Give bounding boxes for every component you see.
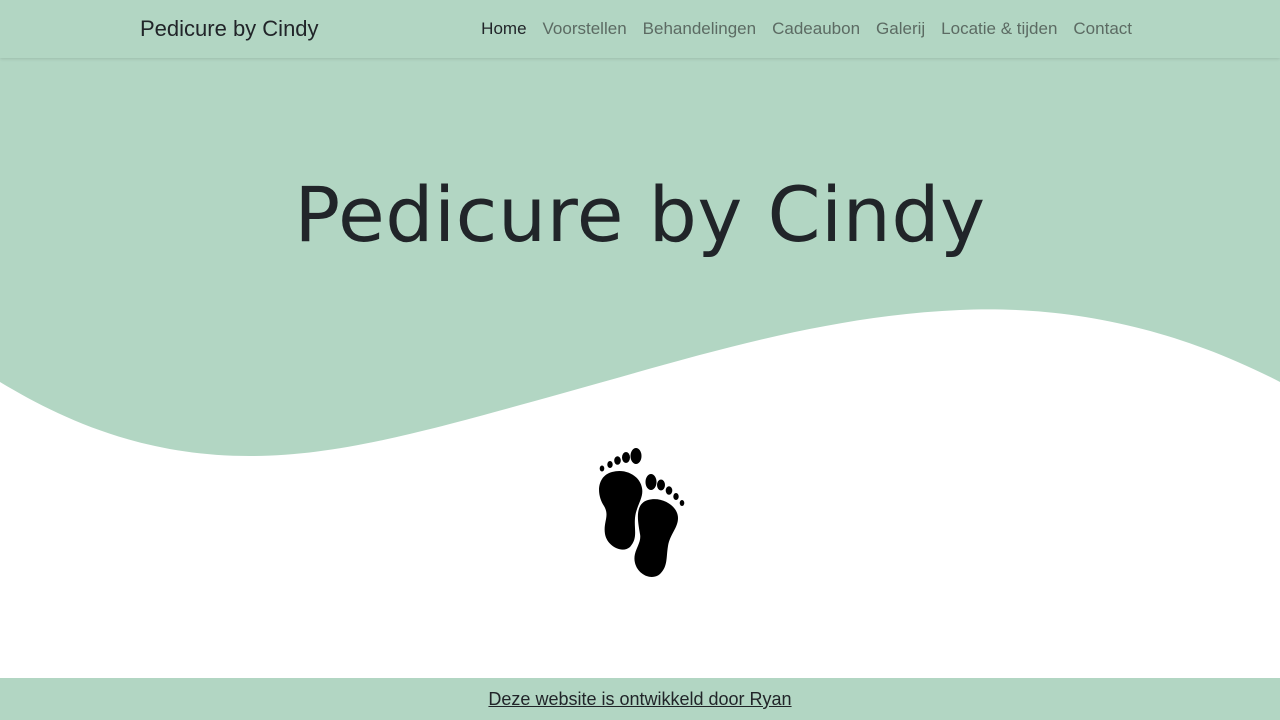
- nav-item-home: Home: [481, 19, 526, 39]
- nav-link-home[interactable]: Home: [481, 19, 526, 38]
- nav-link-galerij[interactable]: Galerij: [876, 19, 925, 38]
- nav-link-voorstellen[interactable]: Voorstellen: [543, 19, 627, 38]
- nav-item-locatie: Locatie & tijden: [941, 19, 1057, 39]
- nav-item-voorstellen: Voorstellen: [543, 19, 627, 39]
- hero-title: Pedicure by Cindy: [294, 170, 986, 259]
- footer: Deze website is ontwikkeld door Ryan: [0, 678, 1280, 720]
- navbar: Pedicure by Cindy Home Voorstellen Behan…: [0, 0, 1280, 58]
- nav-link-contact[interactable]: Contact: [1073, 19, 1132, 38]
- nav-item-behandelingen: Behandelingen: [643, 19, 756, 39]
- hero-section: Pedicure by Cindy: [0, 58, 1280, 468]
- brand-link[interactable]: Pedicure by Cindy: [140, 16, 319, 42]
- nav-item-contact: Contact: [1073, 19, 1132, 39]
- hero-wave-background: [0, 58, 1280, 456]
- nav-menu: Home Voorstellen Behandelingen Cadeaubon…: [481, 19, 1132, 39]
- nav-link-behandelingen[interactable]: Behandelingen: [643, 19, 756, 38]
- nav-link-cadeaubon[interactable]: Cadeaubon: [772, 19, 860, 38]
- nav-item-galerij: Galerij: [876, 19, 925, 39]
- footer-credit-link[interactable]: Deze website is ontwikkeld door Ryan: [488, 689, 791, 710]
- footprints-icon: [590, 444, 690, 580]
- nav-link-locatie[interactable]: Locatie & tijden: [941, 19, 1057, 38]
- nav-item-cadeaubon: Cadeaubon: [772, 19, 860, 39]
